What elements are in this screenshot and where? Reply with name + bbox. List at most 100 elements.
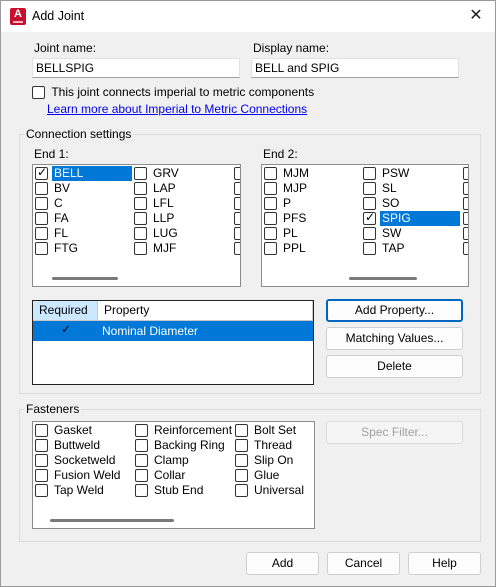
end1-item[interactable]: BV: [35, 181, 72, 196]
imperial-metric-row[interactable]: This joint connects imperial to metric c…: [32, 85, 314, 100]
end2-item-checkbox[interactable]: [363, 227, 376, 240]
end2-item-checkbox[interactable]: [363, 182, 376, 195]
table-header-required[interactable]: Required: [33, 301, 98, 321]
end1-item-checkbox[interactable]: [35, 227, 48, 240]
end1-item[interactable]: GRV: [134, 166, 181, 181]
required-checkbox[interactable]: [59, 322, 72, 337]
imperial-metric-checkbox[interactable]: [32, 86, 45, 100]
end2-item-checkbox[interactable]: [264, 212, 277, 225]
end2-scrollbar[interactable]: [349, 277, 417, 280]
end2-partial-checkbox[interactable]: [463, 182, 468, 195]
end2-item[interactable]: SO: [363, 196, 401, 211]
fasteners-list[interactable]: Gasket Buttweld Socketweld Fusion Weld Tap W…: [32, 421, 315, 529]
end2-item[interactable]: P: [264, 196, 293, 211]
end1-partial-checkbox[interactable]: [234, 242, 240, 255]
add-property-button[interactable]: Add Property...: [326, 299, 463, 322]
fastener-item-checkbox[interactable]: [235, 439, 248, 452]
end1-item[interactable]: C: [35, 196, 65, 211]
end2-item[interactable]: PSW: [363, 166, 411, 181]
end2-item[interactable]: MJM: [264, 166, 311, 181]
fastener-item[interactable]: Stub End: [135, 483, 205, 498]
fastener-item-checkbox[interactable]: [235, 469, 248, 482]
end2-item-checkbox[interactable]: [363, 167, 376, 180]
end1-item-checkbox[interactable]: [134, 227, 147, 240]
end1-list[interactable]: BELLBVCFAFLFTG GRVLAPLFLLLPLUGMJF: [32, 164, 241, 287]
end1-partial-checkbox[interactable]: [234, 227, 240, 240]
end2-list[interactable]: MJMMJPPPFSPLPPL PSWSLSOSPIGSWTAP: [261, 164, 469, 287]
property-table[interactable]: Required Property Nominal Diameter: [32, 300, 314, 385]
end1-partial-checkbox[interactable]: [234, 182, 240, 195]
end2-partial-checkbox[interactable]: [463, 242, 468, 255]
display-name-field[interactable]: BELL and SPIG: [251, 58, 459, 78]
end1-item-checkbox[interactable]: [35, 182, 48, 195]
end2-item[interactable]: TAP: [363, 241, 406, 256]
end2-item[interactable]: PL: [264, 226, 300, 241]
end1-item-checkbox[interactable]: [134, 212, 147, 225]
end2-item-checkbox[interactable]: [264, 197, 277, 210]
add-button[interactable]: Add: [246, 552, 319, 575]
fastener-item[interactable]: Reinforcement R: [135, 423, 246, 438]
end1-partial-checkbox[interactable]: [234, 167, 240, 180]
fastener-item[interactable]: Fusion Weld: [35, 468, 122, 483]
imperial-metric-link[interactable]: Learn more about Imperial to Metric Conn…: [47, 102, 307, 116]
fastener-item-checkbox[interactable]: [135, 469, 148, 482]
fasteners-scrollbar[interactable]: [50, 519, 174, 522]
end2-partial-checkbox[interactable]: [463, 212, 468, 225]
end2-item-checkbox[interactable]: [264, 242, 277, 255]
fastener-item-checkbox[interactable]: [35, 484, 48, 497]
end2-item-checkbox[interactable]: [264, 182, 277, 195]
fastener-item[interactable]: Collar: [135, 468, 187, 483]
fastener-item-checkbox[interactable]: [35, 454, 48, 467]
end1-item-checkbox[interactable]: [35, 242, 48, 255]
fastener-item[interactable]: Gasket: [35, 423, 94, 438]
fastener-item[interactable]: Glue: [235, 468, 281, 483]
fastener-item[interactable]: Tap Weld: [35, 483, 106, 498]
close-icon[interactable]: ✕: [465, 5, 487, 27]
end1-item[interactable]: LUG: [134, 226, 180, 241]
end1-item[interactable]: LFL: [134, 196, 176, 211]
fastener-item[interactable]: Buttweld: [35, 438, 102, 453]
end2-partial-checkbox[interactable]: [463, 227, 468, 240]
end2-item[interactable]: SL: [363, 181, 399, 196]
fastener-item-checkbox[interactable]: [135, 424, 148, 437]
help-button[interactable]: Help: [408, 552, 481, 575]
fastener-item[interactable]: Universal: [235, 483, 306, 498]
end1-item[interactable]: LAP: [134, 181, 178, 196]
end2-item-checkbox[interactable]: [264, 227, 277, 240]
fastener-item[interactable]: Socketweld: [35, 453, 117, 468]
title-bar[interactable]: A Add Joint ✕: [1, 1, 495, 32]
end2-item[interactable]: MJP: [264, 181, 309, 196]
fastener-item-checkbox[interactable]: [135, 484, 148, 497]
end1-item[interactable]: FA: [35, 211, 71, 226]
end1-item[interactable]: BELL: [35, 165, 132, 181]
end1-item[interactable]: FTG: [35, 241, 80, 256]
fastener-item-checkbox[interactable]: [35, 469, 48, 482]
table-row[interactable]: Nominal Diameter: [33, 321, 313, 341]
delete-button[interactable]: Delete: [326, 355, 463, 378]
end1-item-checkbox[interactable]: [134, 182, 147, 195]
end2-item[interactable]: PPL: [264, 241, 308, 256]
end1-partial-checkbox[interactable]: [234, 212, 240, 225]
end1-scrollbar[interactable]: [52, 277, 118, 280]
fastener-item-checkbox[interactable]: [35, 424, 48, 437]
joint-name-field[interactable]: BELLSPIG: [32, 58, 240, 78]
fastener-item-checkbox[interactable]: [35, 439, 48, 452]
end2-item[interactable]: SW: [363, 226, 403, 241]
fastener-item[interactable]: Thread: [235, 438, 294, 453]
fastener-item-checkbox[interactable]: [235, 484, 248, 497]
end1-item[interactable]: FL: [35, 226, 70, 241]
end2-item-checkbox[interactable]: [363, 197, 376, 210]
cancel-button[interactable]: Cancel: [327, 552, 400, 575]
fastener-item[interactable]: Slip On: [235, 453, 295, 468]
end1-item-checkbox[interactable]: [35, 212, 48, 225]
end1-item-checkbox[interactable]: [35, 197, 48, 210]
fastener-item[interactable]: Bolt Set: [235, 423, 298, 438]
table-header-property[interactable]: Property: [98, 301, 313, 321]
end1-item-checkbox[interactable]: [134, 242, 147, 255]
end2-item-checkbox[interactable]: [363, 242, 376, 255]
fastener-item-checkbox[interactable]: [235, 424, 248, 437]
fastener-item-checkbox[interactable]: [135, 454, 148, 467]
end1-partial-checkbox[interactable]: [234, 197, 240, 210]
end2-item[interactable]: SPIG: [363, 210, 460, 226]
fastener-item[interactable]: Clamp: [135, 453, 191, 468]
